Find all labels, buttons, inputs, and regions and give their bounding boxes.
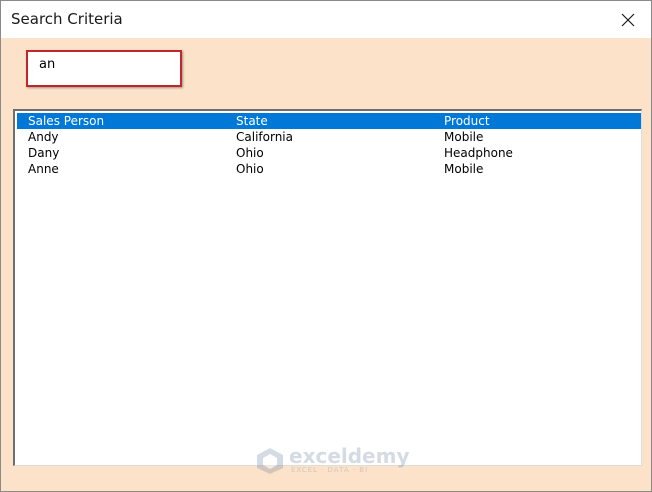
window-title: Search Criteria xyxy=(11,10,123,28)
cell-state: Ohio xyxy=(236,162,264,176)
watermark-tagline: EXCEL · DATA · BI xyxy=(291,466,369,474)
cell-state: California xyxy=(236,130,293,144)
close-button[interactable] xyxy=(605,1,651,38)
cell-product: Mobile xyxy=(444,130,484,144)
list-row[interactable]: Anne Ohio Mobile xyxy=(17,161,641,177)
search-textbox[interactable]: an xyxy=(26,50,182,87)
cell-product: Headphone xyxy=(444,146,513,160)
cell-sales-person: Dany xyxy=(28,146,60,160)
search-criteria-window: Search Criteria an Sales Person State Pr… xyxy=(0,0,652,492)
cell-state: State xyxy=(236,114,268,128)
cell-sales-person: Andy xyxy=(28,130,59,144)
cell-state: Ohio xyxy=(236,146,264,160)
list-row[interactable]: Andy California Mobile xyxy=(17,129,641,145)
results-listbox[interactable]: Sales Person State Product Andy Californ… xyxy=(13,109,642,466)
list-row-header[interactable]: Sales Person State Product xyxy=(17,113,641,129)
close-icon xyxy=(621,13,635,26)
cell-product: Mobile xyxy=(444,162,484,176)
cell-sales-person: Anne xyxy=(28,162,59,176)
list-row[interactable]: Dany Ohio Headphone xyxy=(17,145,641,161)
title-bar: Search Criteria xyxy=(1,1,651,38)
cell-product: Product xyxy=(444,114,490,128)
cell-sales-person: Sales Person xyxy=(28,114,105,128)
